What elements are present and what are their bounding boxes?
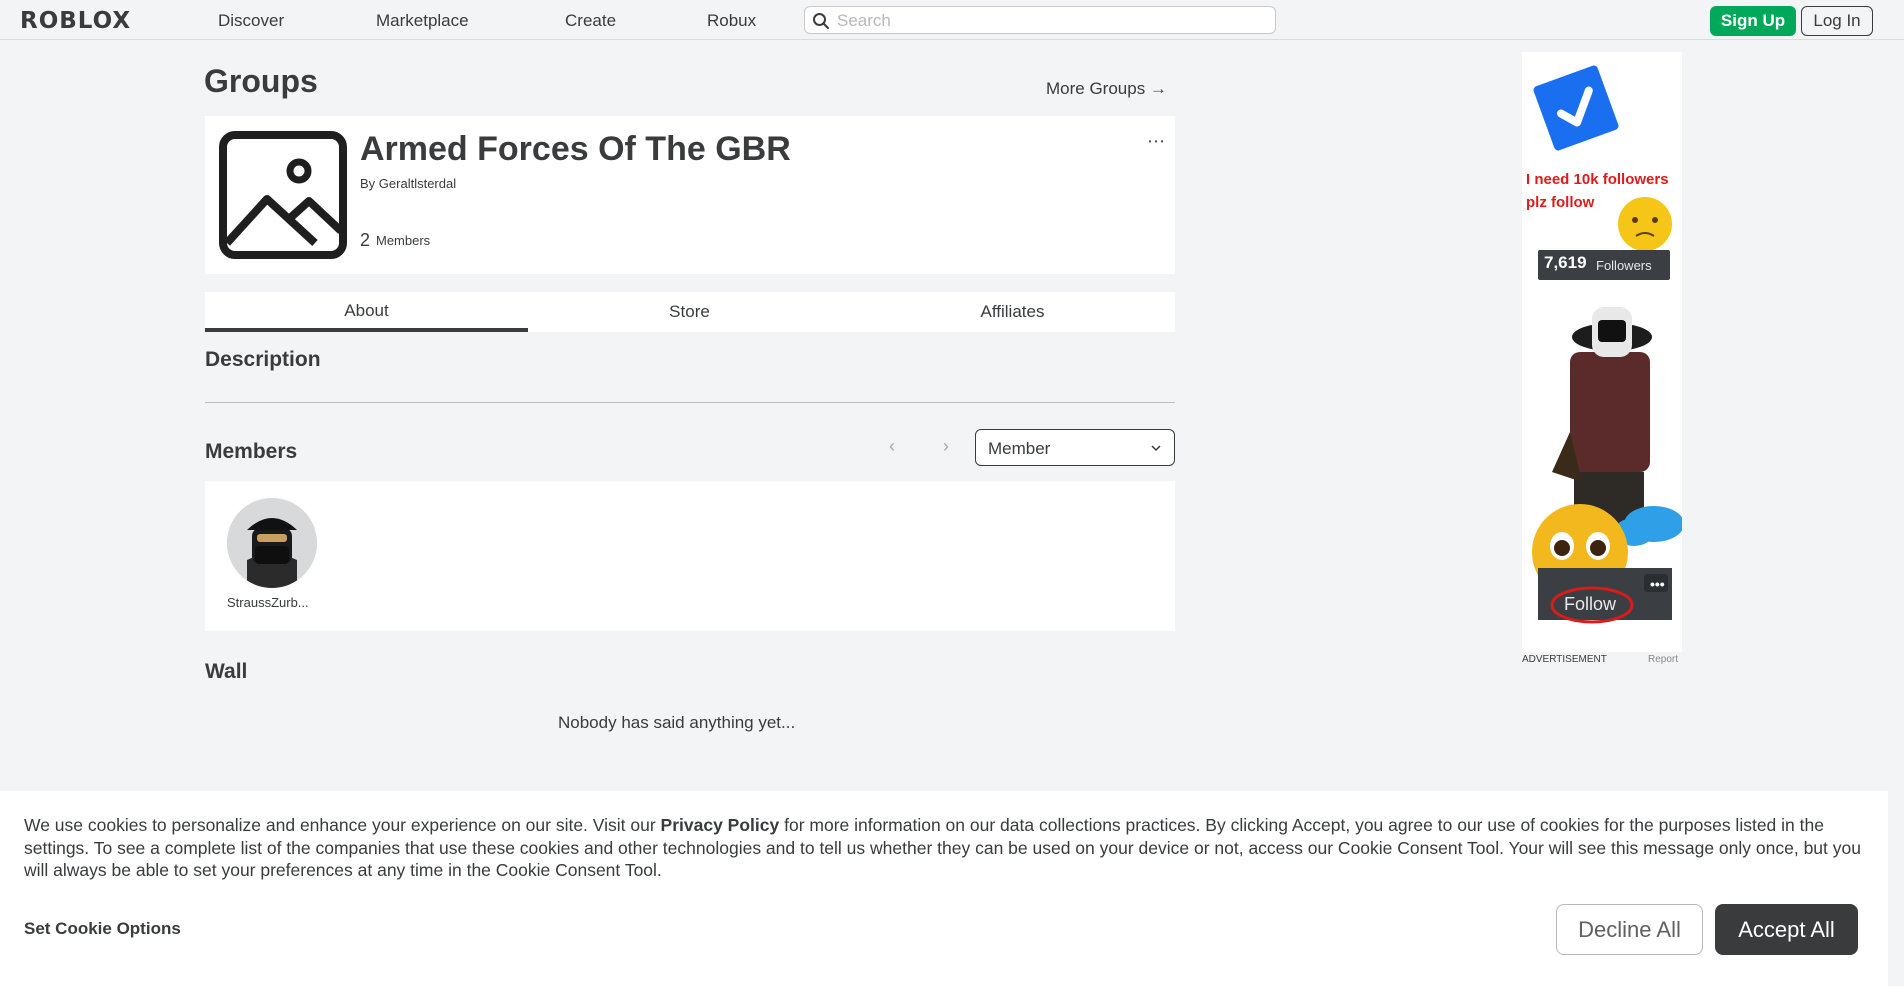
- next-page-icon[interactable]: ›: [943, 436, 949, 457]
- tab-affiliates[interactable]: Affiliates: [851, 292, 1174, 332]
- wall-empty-message: Nobody has said anything yet...: [558, 713, 796, 732]
- search-input[interactable]: [837, 10, 1257, 32]
- ad-more-icon: •••: [1650, 576, 1665, 592]
- search-icon[interactable]: [812, 12, 830, 30]
- ad-report-link[interactable]: Report: [1648, 654, 1678, 665]
- ad-image: [1522, 52, 1682, 652]
- chevron-down-icon: [1151, 445, 1161, 452]
- search-box: [804, 6, 1276, 34]
- top-nav: ROBLOX Discover Marketplace Create Robux…: [0, 0, 1904, 40]
- cookie-message: We use cookies to personalize and enhanc…: [24, 814, 1874, 882]
- member-role-value: Member: [988, 439, 1051, 458]
- group-member-label: Members: [376, 233, 431, 248]
- group-owner-link[interactable]: Geraltlsterdal: [379, 176, 456, 191]
- group-header-card: Armed Forces Of The GBR By Geraltlsterda…: [205, 116, 1175, 274]
- privacy-policy-link[interactable]: Privacy Policy: [661, 815, 780, 835]
- group-member-count: 2: [360, 230, 371, 250]
- group-image-placeholder-icon: [219, 131, 347, 259]
- section-divider: [205, 402, 1175, 403]
- avatar[interactable]: [227, 498, 317, 588]
- set-cookie-options-link[interactable]: Set Cookie Options: [24, 919, 181, 939]
- group-name: Armed Forces Of The GBR: [360, 130, 791, 168]
- roblox-logo[interactable]: ROBLOX: [20, 8, 131, 34]
- prev-page-icon[interactable]: ‹: [889, 436, 895, 457]
- more-options-icon[interactable]: ⋯: [1147, 131, 1166, 152]
- nav-create[interactable]: Create: [565, 11, 616, 31]
- more-groups-link[interactable]: More Groups →: [1046, 79, 1167, 99]
- decline-all-button[interactable]: Decline All: [1556, 904, 1703, 955]
- page-title: Groups: [204, 63, 318, 99]
- wall-heading: Wall: [205, 660, 248, 683]
- member-role-select[interactable]: Member: [975, 429, 1175, 466]
- ad-banner[interactable]: I need 10k followers plz follow 7,619 Fo…: [1522, 52, 1682, 652]
- description-heading: Description: [205, 348, 321, 371]
- scrollbar[interactable]: [1888, 40, 1904, 986]
- group-owner-line: By Geraltlsterdal: [360, 176, 456, 191]
- group-by-prefix: By: [360, 176, 376, 191]
- ad-caption: ADVERTISEMENT: [1522, 654, 1607, 665]
- members-list: StraussZurb...: [205, 481, 1175, 631]
- nav-discover[interactable]: Discover: [218, 11, 284, 31]
- member-name[interactable]: StraussZurb...: [227, 595, 317, 610]
- tab-about[interactable]: About: [205, 292, 528, 332]
- group-tabs: About Store Affiliates: [205, 292, 1175, 332]
- nav-robux[interactable]: Robux: [707, 11, 756, 31]
- ad-followers-count: 7,619: [1544, 253, 1587, 272]
- members-heading: Members: [205, 440, 298, 463]
- cookie-text-part-1: We use cookies to personalize and enhanc…: [24, 815, 661, 835]
- ad-followers-label: Followers: [1596, 258, 1652, 273]
- accept-all-button[interactable]: Accept All: [1715, 904, 1858, 955]
- tab-store[interactable]: Store: [528, 292, 851, 332]
- nav-marketplace[interactable]: Marketplace: [376, 11, 469, 31]
- member-avatar-image: [227, 498, 317, 588]
- ad-follow-label: Follow: [1564, 594, 1617, 614]
- login-button[interactable]: Log In: [1801, 6, 1873, 36]
- signup-button[interactable]: Sign Up: [1710, 6, 1796, 36]
- cookie-banner: We use cookies to personalize and enhanc…: [0, 791, 1888, 986]
- ad-headline: I need 10k followers plz follow: [1526, 171, 1669, 211]
